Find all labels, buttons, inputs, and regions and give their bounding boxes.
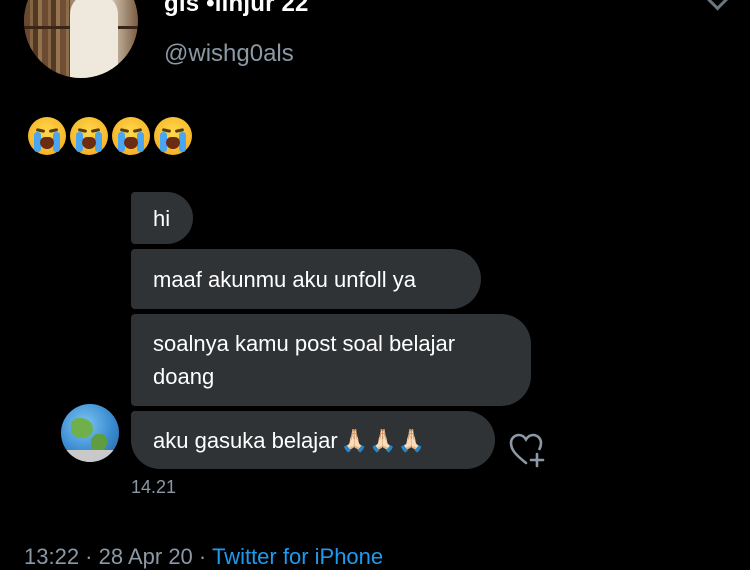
bookshelf-background [24,0,70,78]
crying-face-icon [70,117,108,155]
message-text: hi [153,205,171,231]
user-handle[interactable]: @wishg0als [164,40,294,68]
tweet-source-link[interactable]: Twitter for iPhone [212,544,383,569]
message-text: maaf akunmu aku unfoll ya [153,266,416,292]
globe-base [61,450,119,462]
folded-hands-icon: 🙏🏻🙏🏻🙏🏻 [340,427,426,453]
message-bubble[interactable]: soalnya kamu post soal belajar doang [131,314,531,406]
message-timestamp: 14.21 [131,477,177,497]
person-figure [70,0,118,78]
message-bubble[interactable]: maaf akunmu aku unfoll ya [131,249,481,309]
message-bubble[interactable]: aku gasuka belajar 🙏🏻🙏🏻🙏🏻 [131,411,495,469]
display-name[interactable]: gls •linjur 22 [164,0,309,18]
crying-face-icon [28,117,66,155]
sender-avatar[interactable] [61,404,119,462]
message-text: soalnya kamu post soal belajar doang [153,331,456,389]
chevron-down-icon[interactable] [705,0,730,11]
tweet-text-emojis [28,117,192,155]
message-text: aku gasuka belajar [153,427,338,453]
crying-face-icon [154,117,192,155]
crying-face-icon [112,117,150,155]
globe-land [71,418,93,438]
profile-avatar[interactable] [24,0,138,78]
tweet-meta: 13:22 · 28 Apr 20 · Twitter for iPhone [24,544,383,570]
message-bubble[interactable]: hi [131,192,193,244]
heart-plus-icon[interactable] [508,430,548,468]
tweet-datetime[interactable]: 13:22 · 28 Apr 20 · [24,544,212,569]
